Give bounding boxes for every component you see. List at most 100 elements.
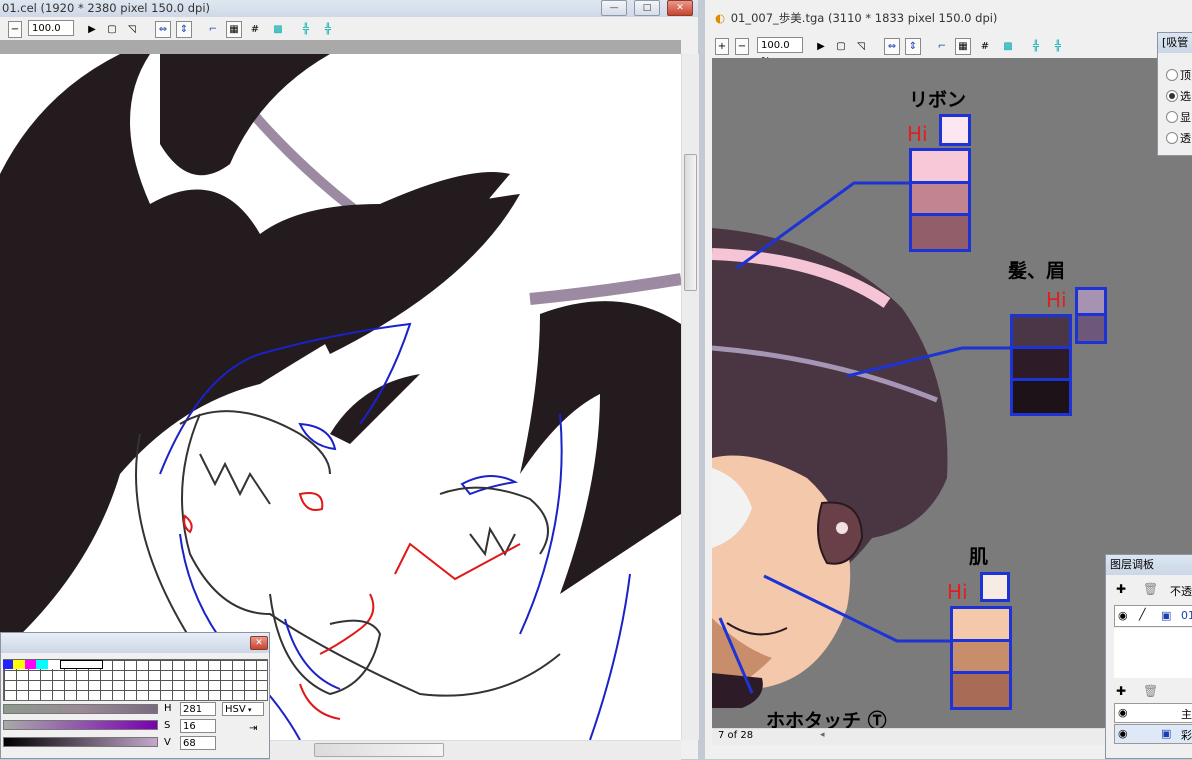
slider-handle-icon[interactable]: ⇥ <box>249 723 257 734</box>
layer-panel: 图层调板 ✚ 🗑 不透 ◉ ╱ ▣ 01 ✚ 🗑 ◉ 主 ◉ ▣ 彩 <box>1105 554 1192 759</box>
layer-panel-title[interactable]: 图层调板 <box>1106 555 1192 575</box>
skin-label: 肌 <box>969 546 989 568</box>
eyedropper-option-label: 透 <box>1180 132 1191 145</box>
color-swatch <box>953 641 1009 675</box>
fit-height-icon[interactable]: ⇕ <box>176 21 192 38</box>
eyedropper-panel-title[interactable]: [吸管 <box>1158 33 1192 53</box>
fit-width-icon[interactable]: ⇔ <box>155 21 171 38</box>
minimize-button[interactable]: — <box>601 0 627 16</box>
layer-thumbnail-icon: ▣ <box>1161 609 1172 622</box>
eye-highlight <box>836 522 848 534</box>
fit-width-icon-right[interactable]: ⇔ <box>884 38 900 55</box>
color-mode-select[interactable]: HSV ▾ <box>222 702 264 716</box>
maximize-button[interactable]: □ <box>634 0 660 16</box>
color-swatch <box>912 151 968 184</box>
color-panel-close-button[interactable]: ✕ <box>250 636 268 650</box>
zoom-field[interactable]: 100.0 % <box>28 20 74 50</box>
app-logo-icon: ◐ <box>715 11 726 25</box>
ribbon-label: リボン <box>909 89 967 111</box>
eyedropper-option-radio[interactable] <box>1166 69 1178 81</box>
blush-red <box>298 492 324 511</box>
layer-row[interactable]: ◉ 主 <box>1114 703 1192 723</box>
touch-label: ホホタッチ Ⓣ <box>766 710 887 728</box>
ruler-icon-right[interactable]: ⌐ <box>934 38 950 55</box>
saturation-slider[interactable] <box>3 720 158 730</box>
right-horizontal-scrollbar[interactable]: 7 of 28 ◂ <box>712 728 1112 745</box>
hair-hi-label: Hi <box>1046 288 1067 312</box>
eyedropper-option-label: 顶 <box>1180 69 1191 82</box>
color-swatch <box>953 674 1009 707</box>
skin-hi-label: Hi <box>947 580 968 604</box>
brush-icon[interactable]: ╱ <box>1139 608 1146 621</box>
play-icon[interactable]: ▶ <box>84 21 100 38</box>
left-vscroll-thumb[interactable] <box>684 154 697 291</box>
guide-icon[interactable]: ╬ <box>298 21 314 38</box>
hue-slider[interactable] <box>3 704 158 714</box>
layer-name: 彩 <box>1181 729 1192 742</box>
h-label: H <box>164 703 172 714</box>
layer-name: 主 <box>1181 708 1192 721</box>
hair-mass-top <box>160 54 330 176</box>
fold-page-icon-right[interactable]: ◹ <box>853 38 869 55</box>
zoom-in-button[interactable]: + <box>715 38 729 55</box>
hair-highlight-stroke-2 <box>529 273 681 305</box>
eye-icon[interactable]: ◉ <box>1118 706 1128 719</box>
hair-mass-left <box>0 54 510 654</box>
trash-icon-2[interactable]: 🗑 <box>1143 684 1158 698</box>
right-window-titlebar[interactable]: ◐ 01_007_歩美.tga (3110 * 1833 pixel 150.0… <box>705 10 1192 27</box>
zoom-field-right[interactable]: 100.0 % <box>757 37 803 67</box>
close-button[interactable]: ✕ <box>667 0 693 16</box>
v-value-field[interactable]: 68 <box>180 736 216 750</box>
hair-strand-small <box>330 374 420 444</box>
new-page-icon[interactable]: ▢ <box>104 21 120 38</box>
layer-row[interactable]: ◉ ▣ 彩 <box>1114 724 1192 744</box>
play-icon-right[interactable]: ▶ <box>813 38 829 55</box>
trash-icon[interactable]: 🗑 <box>1143 582 1158 596</box>
zoom-out-button-right[interactable]: − <box>735 38 749 55</box>
new-layer-icon-2[interactable]: ✚ <box>1116 684 1126 698</box>
color-swatch <box>912 216 968 249</box>
layer-list-empty <box>1114 628 1192 678</box>
grid-fine-icon[interactable]: # <box>247 21 263 38</box>
eyedropper-option-label: 选 <box>1180 90 1191 103</box>
eyedropper-option-radio[interactable] <box>1166 132 1178 144</box>
h-value-field[interactable]: 281 <box>180 702 216 716</box>
color-panel-titlebar[interactable] <box>1 633 269 653</box>
guide-alt-icon[interactable]: ╬ <box>320 21 336 38</box>
new-layer-icon[interactable]: ✚ <box>1116 582 1126 596</box>
eyedropper-option-radio[interactable] <box>1166 111 1178 123</box>
scroll-left-icon[interactable]: ◂ <box>820 730 825 740</box>
s-value-field[interactable]: 16 <box>180 719 216 733</box>
guide-icon-right[interactable]: ╬ <box>1028 38 1044 55</box>
grid-icon[interactable]: ▦ <box>226 21 242 38</box>
shadow-line-blue-4 <box>589 573 631 740</box>
left-hscroll-thumb[interactable] <box>314 743 444 757</box>
fold-page-icon[interactable]: ◹ <box>124 21 140 38</box>
layer-thumbnail-icon: ▣ <box>1161 727 1172 740</box>
transparency-icon-right[interactable]: ▩ <box>1000 38 1016 55</box>
zoom-out-button[interactable]: − <box>8 21 22 38</box>
grid-icon-right[interactable]: ▦ <box>955 38 971 55</box>
color-swatch <box>1078 290 1104 316</box>
new-page-icon-right[interactable]: ▢ <box>833 38 849 55</box>
eyedropper-option-label: 显 <box>1180 111 1191 124</box>
collar <box>712 673 763 708</box>
eye-icon[interactable]: ◉ <box>1118 609 1128 622</box>
fit-height-icon-right[interactable]: ⇕ <box>905 38 921 55</box>
color-swatch <box>1013 317 1069 349</box>
value-slider[interactable] <box>3 737 158 747</box>
color-swatch <box>1013 381 1069 413</box>
right-window-title: 01_007_歩美.tga (3110 * 1833 pixel 150.0 d… <box>730 11 998 25</box>
transparency-icon[interactable]: ▩ <box>270 21 286 38</box>
hair-hi-swatch-column <box>1075 287 1107 344</box>
layer-row[interactable]: ◉ ╱ ▣ 01 <box>1114 605 1192 627</box>
eye-icon[interactable]: ◉ <box>1118 727 1128 740</box>
eyedropper-option-radio[interactable] <box>1166 90 1178 102</box>
left-horizontal-scrollbar[interactable] <box>270 740 681 760</box>
guide-alt-icon-right[interactable]: ╬ <box>1050 38 1066 55</box>
grid-fine-icon-right[interactable]: # <box>977 38 993 55</box>
left-vertical-scrollbar[interactable] <box>681 54 699 740</box>
ruler-icon[interactable]: ⌐ <box>205 21 221 38</box>
color-swatch <box>1013 349 1069 381</box>
left-window-titlebar[interactable]: 01.cel (1920 * 2380 pixel 150.0 dpi) <box>0 0 698 17</box>
